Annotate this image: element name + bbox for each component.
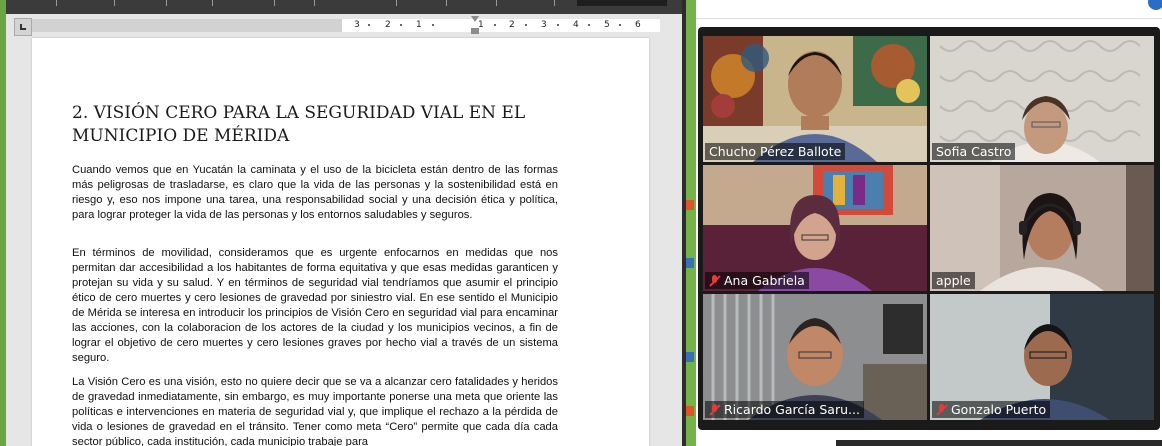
word-document-window: 3 2 1 1 2 3 4 5 6 2. VISIÓN CERO PARA LA…: [0, 0, 686, 446]
ruler-number: 2: [509, 20, 515, 30]
participant-name: apple: [936, 273, 971, 288]
ruler-margin: [32, 19, 348, 32]
participant-name-label: Gonzalo Puerto: [932, 401, 1051, 418]
ruler-number: 6: [635, 20, 641, 30]
participant-name-label: Sofia Castro: [932, 143, 1016, 160]
desktop-background: [686, 0, 696, 446]
participant-name-label: Ricardo García Saru...: [705, 401, 864, 418]
vertical-scrollbar[interactable]: [668, 14, 682, 446]
ruler-number: 3: [541, 20, 547, 30]
ruler-number: 3: [354, 20, 360, 30]
video-tile[interactable]: Gonzalo Puerto: [930, 294, 1154, 420]
ruler-number: 5: [604, 20, 610, 30]
ruler-number: 2: [385, 20, 391, 30]
video-tile[interactable]: Ana Gabriela: [703, 165, 927, 291]
participant-name: Chucho Pérez Ballote: [709, 144, 842, 159]
section-heading: 2. VISIÓN CERO PARA LA SEGURIDAD VIAL EN…: [72, 103, 526, 146]
video-tile[interactable]: Sofia Castro: [930, 36, 1154, 162]
video-tile[interactable]: Chucho Pérez Ballote: [703, 36, 927, 162]
participant-name-label: Chucho Pérez Ballote: [705, 143, 846, 160]
participant-name: Ana Gabriela: [724, 273, 805, 288]
ruler-number: 1: [416, 20, 422, 30]
participant-name: Gonzalo Puerto: [951, 402, 1047, 417]
taskbar-strip: [836, 440, 1162, 446]
tab-selector-button[interactable]: [14, 18, 32, 36]
participant-name: Sofia Castro: [936, 144, 1012, 159]
muted-microphone-icon: [709, 275, 720, 287]
document-page[interactable]: 2. VISIÓN CERO PARA LA SEGURIDAD VIAL EN…: [32, 38, 649, 446]
participant-name-label: Ana Gabriela: [705, 272, 809, 289]
profile-icon[interactable]: [1148, 0, 1162, 10]
paragraph: La Visión Cero es una visión, esto no qu…: [72, 376, 558, 446]
paragraph: Cuando vemos que en Yucatán la caminata …: [72, 164, 558, 221]
video-tile-active-speaker[interactable]: apple: [930, 165, 1154, 291]
participant-name: Ricardo García Saru...: [724, 402, 860, 417]
video-call-gallery[interactable]: Chucho Pérez Ballote Sofia Castro Ana Ga…: [698, 27, 1160, 430]
window-border: [0, 0, 6, 446]
horizontal-ruler[interactable]: 3 2 1 1 2 3 4 5 6: [342, 19, 660, 32]
paragraph: En términos de movilidad, consideramos q…: [72, 247, 558, 364]
muted-microphone-icon: [709, 404, 720, 416]
muted-microphone-icon: [936, 404, 947, 416]
video-tile[interactable]: Ricardo García Saru...: [703, 294, 927, 420]
participant-name-label: apple: [932, 272, 975, 289]
indent-marker-handle[interactable]: [471, 16, 479, 35]
ruler-number: 4: [573, 20, 579, 30]
style-box[interactable]: [577, 0, 667, 6]
